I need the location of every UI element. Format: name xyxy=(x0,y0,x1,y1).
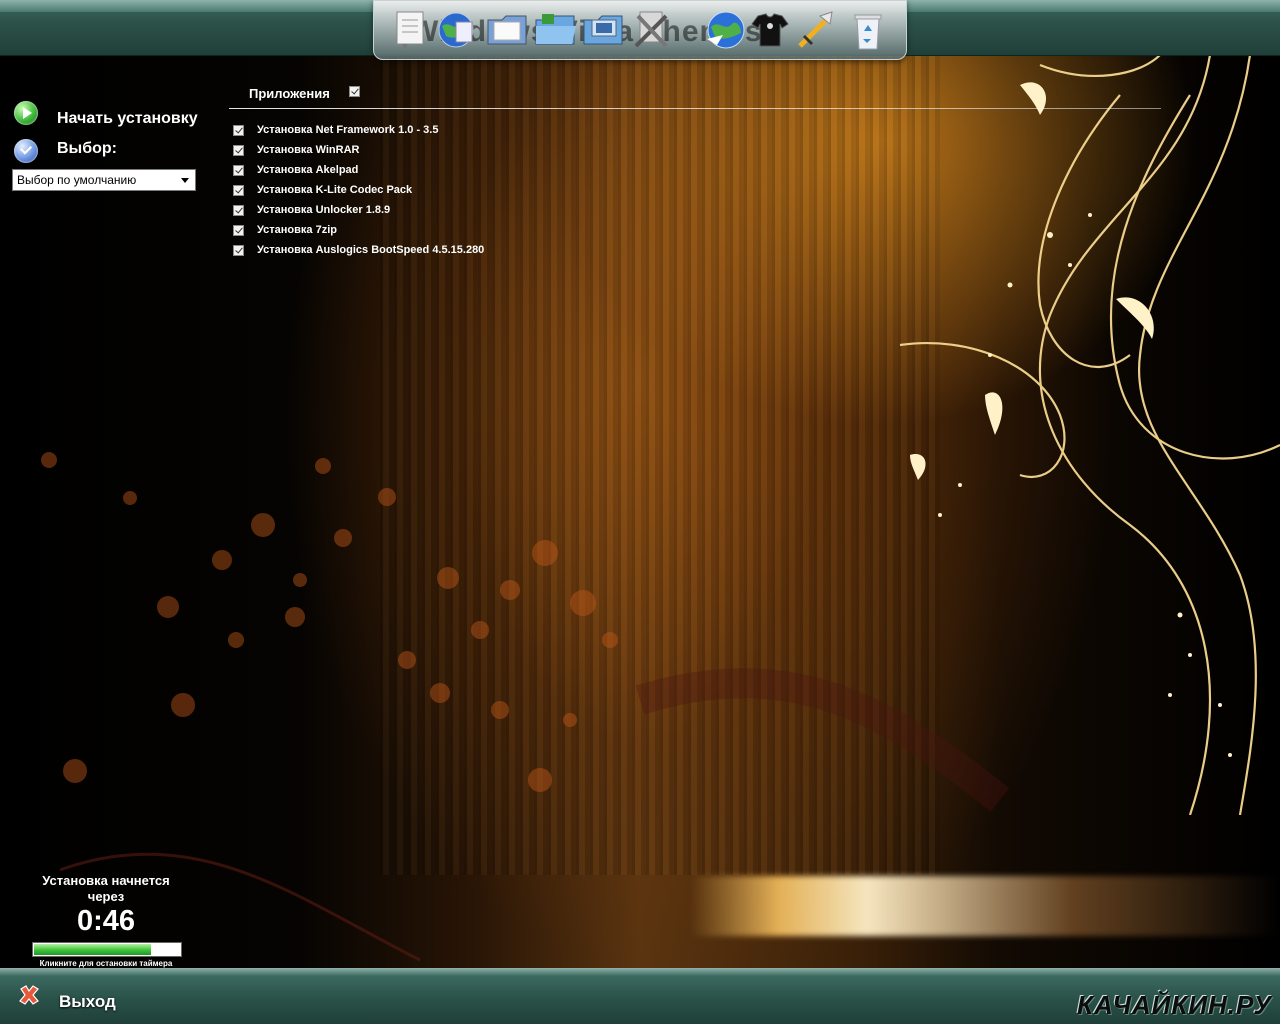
icon-dock: Windows Vista Themes xyxy=(373,0,907,60)
timer-progress-fill xyxy=(34,944,151,955)
start-install-button[interactable]: Начать установку xyxy=(57,110,198,128)
close-icon[interactable] xyxy=(18,984,40,1006)
apps-divider xyxy=(229,108,1161,109)
app-checkbox[interactable] xyxy=(233,224,244,236)
app-item[interactable]: Установка K-Lite Codec Pack xyxy=(233,180,484,200)
documents-icon[interactable] xyxy=(486,7,530,53)
app-item[interactable]: Установка Auslogics BootSpeed 4.5.15.280 xyxy=(233,240,484,260)
timer-stop-hint[interactable]: Кликните для остановки таймера xyxy=(20,959,192,968)
app-label: Установка K-Lite Codec Pack xyxy=(257,184,413,196)
watermark: КАЧАЙКИН.РУ xyxy=(1077,990,1272,1020)
app-item[interactable]: Установка Akelpad xyxy=(233,160,484,180)
app-label: Установка Unlocker 1.8.9 xyxy=(257,204,391,216)
preset-dropdown[interactable]: Выбор по умолчанию xyxy=(12,169,196,191)
notepad-icon[interactable] xyxy=(390,7,434,53)
start-install-icon[interactable] xyxy=(14,101,38,125)
app-label: Установка Akelpad xyxy=(257,164,359,176)
app-label: Установка Auslogics BootSpeed 4.5.15.280 xyxy=(257,244,485,256)
wallpaper-swirls xyxy=(899,55,1280,815)
app-checkbox[interactable] xyxy=(233,204,244,216)
timer-progress-bar[interactable] xyxy=(32,942,182,957)
apps-header: Приложения xyxy=(249,86,330,101)
apps-select-all-checkbox[interactable] xyxy=(349,86,360,97)
app-checkbox[interactable] xyxy=(233,244,244,256)
app-checkbox[interactable] xyxy=(233,144,244,156)
app-checkbox[interactable] xyxy=(233,164,244,176)
tools-icon[interactable] xyxy=(630,7,674,53)
app-item[interactable]: Установка Unlocker 1.8.9 xyxy=(233,200,484,220)
network-folder-icon[interactable] xyxy=(582,7,626,53)
app-item[interactable]: Установка Net Framework 1.0 - 3.5 xyxy=(233,120,484,140)
timer-countdown[interactable]: 0:46 xyxy=(30,905,182,938)
internet-globe-icon[interactable] xyxy=(704,7,748,53)
chevron-down-icon[interactable] xyxy=(181,178,189,183)
app-checkbox[interactable] xyxy=(233,124,244,136)
app-item[interactable]: Установка 7zip xyxy=(233,220,484,240)
app-checkbox[interactable] xyxy=(233,184,244,196)
app-item[interactable]: Установка WinRAR xyxy=(233,140,484,160)
app-label: Установка 7zip xyxy=(257,224,337,236)
choice-icon xyxy=(14,139,38,163)
apps-list: Установка Net Framework 1.0 - 3.5 Устано… xyxy=(233,120,484,260)
globe-icon[interactable] xyxy=(434,7,478,53)
sword-icon[interactable] xyxy=(794,7,838,53)
exit-button[interactable]: Выход xyxy=(59,992,116,1012)
folder-icon[interactable] xyxy=(534,7,578,53)
timer-title: Установка начнется через xyxy=(42,873,170,904)
preset-dropdown-value: Выбор по умолчанию xyxy=(17,173,137,187)
choice-label: Выбор: xyxy=(57,140,117,157)
app-label: Установка Net Framework 1.0 - 3.5 xyxy=(257,124,439,136)
tshirt-icon[interactable] xyxy=(748,7,792,53)
app-label: Установка WinRAR xyxy=(257,144,360,156)
recycle-bin-icon[interactable] xyxy=(846,7,890,53)
